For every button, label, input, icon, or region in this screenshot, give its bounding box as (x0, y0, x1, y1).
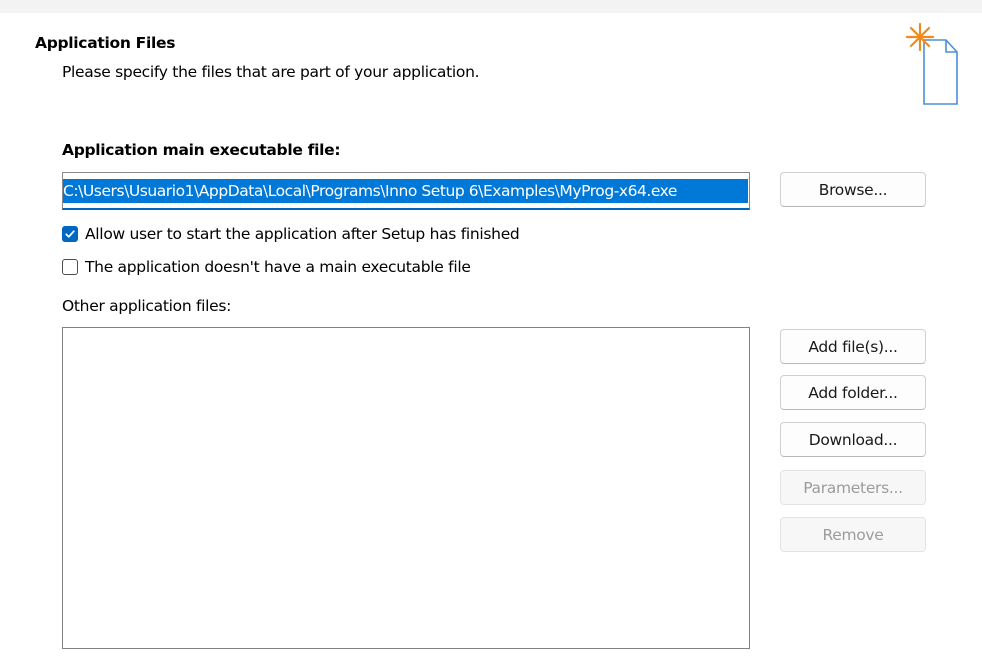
allow-start-option[interactable]: Allow user to start the application afte… (62, 223, 520, 245)
download-button[interactable]: Download... (780, 422, 926, 457)
remove-button: Remove (780, 517, 926, 552)
page-title: Application Files (35, 34, 176, 52)
checkmark-icon (65, 230, 75, 238)
other-files-list[interactable] (62, 327, 750, 649)
page-subtitle: Please specify the files that are part o… (62, 63, 480, 81)
no-main-exe-checkbox[interactable] (62, 259, 78, 275)
main-exe-input-value: C:\Users\Usuario1\AppData\Local\Programs… (63, 179, 748, 203)
parameters-button: Parameters... (780, 470, 926, 505)
allow-start-checkbox[interactable] (62, 226, 78, 242)
main-exe-label: Application main executable file: (62, 141, 341, 159)
add-files-button[interactable]: Add file(s)... (780, 329, 926, 364)
main-exe-input[interactable]: C:\Users\Usuario1\AppData\Local\Programs… (62, 172, 750, 210)
browse-button[interactable]: Browse... (780, 172, 926, 207)
top-strip (0, 0, 982, 13)
other-files-label: Other application files: (62, 297, 232, 315)
new-document-star-icon (905, 22, 958, 105)
no-main-exe-label: The application doesn't have a main exec… (85, 258, 471, 276)
allow-start-label: Allow user to start the application afte… (85, 225, 520, 243)
no-main-exe-option[interactable]: The application doesn't have a main exec… (62, 256, 471, 278)
add-folder-button[interactable]: Add folder... (780, 375, 926, 410)
